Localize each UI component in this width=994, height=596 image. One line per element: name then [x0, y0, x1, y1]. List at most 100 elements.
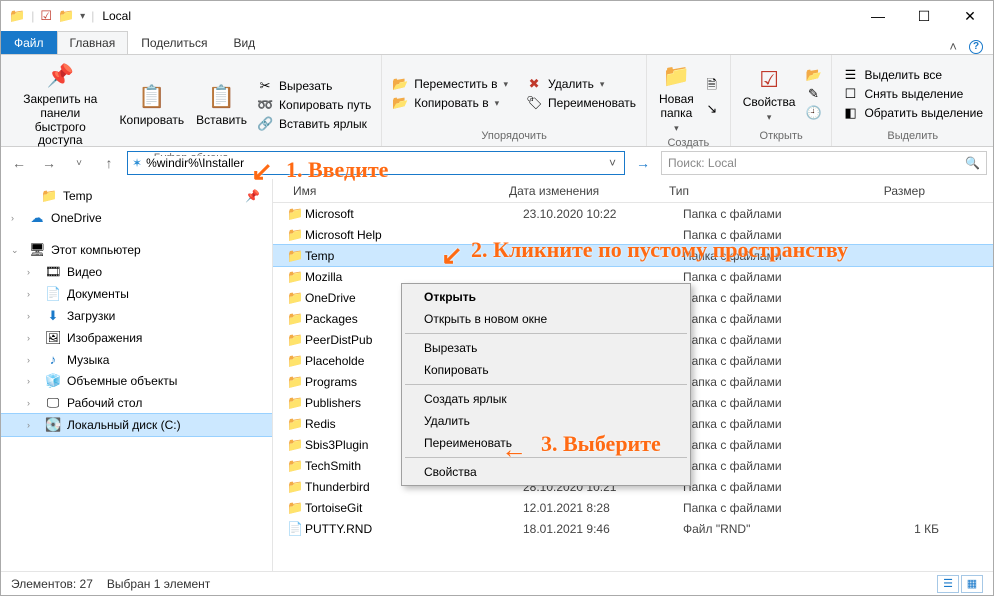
new-item-button[interactable]: 🗎: [700, 75, 724, 99]
list-item[interactable]: TortoiseGit12.01.2021 8:28Папка с файлам…: [273, 497, 993, 518]
help-icon[interactable]: ?: [969, 40, 983, 54]
copy-to-button[interactable]: 📂Копировать в: [388, 94, 512, 112]
move-to-button[interactable]: 📂Переместить в: [388, 75, 512, 93]
tab-home[interactable]: Главная: [57, 31, 129, 54]
folder-icon: [287, 500, 305, 516]
tab-file[interactable]: Файл: [1, 31, 57, 54]
expand-icon[interactable]: ›: [27, 398, 39, 408]
folder-icon: [41, 188, 57, 204]
ctx-properties[interactable]: Свойства: [404, 461, 688, 483]
expand-icon[interactable]: ›: [27, 355, 39, 365]
minimize-button[interactable]: ―: [855, 1, 901, 31]
column-size[interactable]: Размер: [851, 184, 931, 198]
ctx-create-shortcut[interactable]: Создать ярлык: [404, 388, 688, 410]
search-box[interactable]: Поиск: Local 🔍: [661, 151, 987, 175]
address-input[interactable]: [146, 156, 601, 170]
expand-icon[interactable]: ›: [27, 420, 39, 430]
tree-item-onedrive[interactable]: ›☁OneDrive: [1, 207, 272, 229]
tree-item-documents[interactable]: ›📄Документы: [1, 283, 272, 305]
expand-icon[interactable]: ›: [27, 376, 39, 386]
collapse-icon[interactable]: ⌄: [11, 245, 23, 256]
objects3d-icon: 🧊: [45, 373, 61, 389]
paste-button[interactable]: 📋 Вставить: [190, 80, 253, 130]
properties-icon: ☑: [759, 64, 779, 94]
column-date[interactable]: Дата изменения: [503, 184, 663, 198]
ctx-rename[interactable]: Переименовать: [404, 432, 688, 454]
copy-path-button[interactable]: ➿Копировать путь: [253, 96, 375, 114]
list-item[interactable]: TempПапка с файлами: [273, 245, 993, 266]
paste-shortcut-button[interactable]: 🔗Вставить ярлык: [253, 115, 375, 133]
address-dropdown-icon[interactable]: ˅: [605, 156, 620, 170]
back-button[interactable]: ←: [7, 151, 31, 175]
tab-view[interactable]: Вид: [220, 31, 268, 54]
go-button[interactable]: →: [631, 151, 655, 175]
tab-share[interactable]: Поделиться: [128, 31, 220, 54]
paste-icon: 📋: [208, 82, 235, 112]
collapse-ribbon-icon[interactable]: ˄: [949, 39, 957, 54]
history-button[interactable]: 🕘: [801, 104, 825, 122]
ctx-delete[interactable]: Удалить: [404, 410, 688, 432]
checkbox-icon[interactable]: ☑: [40, 8, 52, 24]
tree-item-desktop[interactable]: ›🖵Рабочий стол: [1, 392, 272, 414]
file-type: Папка с файлами: [677, 459, 865, 473]
expand-icon[interactable]: ›: [27, 289, 39, 299]
tree-item-3d-objects[interactable]: ›🧊Объемные объекты: [1, 370, 272, 392]
tree-item-videos[interactable]: ›🎞Видео: [1, 261, 272, 283]
edit-button[interactable]: ✎: [801, 85, 825, 103]
details-view-button[interactable]: ☰: [937, 575, 959, 593]
recent-locations-button[interactable]: ˅: [67, 151, 91, 175]
tree-item-disk-c[interactable]: ›💽Локальный диск (C:): [1, 414, 272, 436]
invert-selection-button[interactable]: ◧Обратить выделение: [838, 104, 987, 122]
ctx-open-new-window[interactable]: Открыть в новом окне: [404, 308, 688, 330]
window-controls: ― ☐ ✕: [855, 1, 993, 31]
tree-item-pictures[interactable]: ›🖼Изображения: [1, 327, 272, 349]
expand-icon[interactable]: ›: [11, 213, 23, 223]
up-button[interactable]: ↑: [97, 151, 121, 175]
copy-button[interactable]: 📋 Копировать: [114, 80, 191, 130]
expand-icon[interactable]: ›: [27, 333, 39, 343]
properties-button[interactable]: ☑ Свойства: [737, 62, 802, 124]
pin-to-quick-access-button[interactable]: 📌 Закрепить на панели быстрого доступа: [7, 59, 114, 150]
column-type[interactable]: Тип: [663, 184, 851, 198]
select-none-button[interactable]: ☐Снять выделение: [838, 85, 987, 103]
group-clipboard: 📌 Закрепить на панели быстрого доступа 📋…: [1, 55, 382, 146]
list-item[interactable]: Microsoft HelpПапка с файлами: [273, 224, 993, 245]
easy-access-button[interactable]: ↘: [700, 100, 724, 118]
tree-item-music[interactable]: ›♪Музыка: [1, 349, 272, 370]
tree-item-this-pc[interactable]: ⌄🖥Этот компьютер: [1, 239, 272, 261]
new-folder-button[interactable]: 📁 Новая папка: [653, 59, 700, 135]
invert-icon: ◧: [842, 105, 858, 121]
forward-button[interactable]: →: [37, 151, 61, 175]
close-button[interactable]: ✕: [947, 1, 993, 31]
folder-icon[interactable]: 📁: [58, 8, 74, 24]
view-switcher: ☰ ▦: [937, 575, 983, 593]
context-menu: Открыть Открыть в новом окне Вырезать Ко…: [401, 283, 691, 486]
icons-view-button[interactable]: ▦: [961, 575, 983, 593]
group-new: 📁 Новая папка 🗎 ↘ Создать: [647, 55, 731, 146]
column-name[interactable]: Имя: [273, 184, 503, 198]
list-item[interactable]: PUTTY.RND18.01.2021 9:46Файл "RND"1 КБ: [273, 518, 993, 539]
ribbon: 📌 Закрепить на панели быстрого доступа 📋…: [1, 55, 993, 147]
folder-icon: [287, 332, 305, 348]
ctx-copy[interactable]: Копировать: [404, 359, 688, 381]
list-item[interactable]: Microsoft23.10.2020 10:22Папка с файлами: [273, 203, 993, 224]
ctx-cut[interactable]: Вырезать: [404, 337, 688, 359]
tree-item-downloads[interactable]: ›⬇Загрузки: [1, 305, 272, 327]
file-size: 1 КБ: [865, 522, 945, 536]
maximize-button[interactable]: ☐: [901, 1, 947, 31]
navigation-row: ← → ˅ ↑ ✶ ˅ → Поиск: Local 🔍: [1, 147, 993, 179]
open-button[interactable]: 📂: [801, 66, 825, 84]
rename-button[interactable]: 🏷Переименовать: [522, 94, 640, 112]
delete-button[interactable]: ✖Удалить: [522, 75, 640, 93]
cut-button[interactable]: ✂Вырезать: [253, 77, 375, 95]
file-type: Папка с файлами: [677, 480, 865, 494]
ctx-open[interactable]: Открыть: [404, 286, 688, 308]
pictures-icon: 🖼: [45, 330, 61, 346]
file-name: Microsoft: [305, 207, 517, 221]
expand-icon[interactable]: ›: [27, 267, 39, 277]
expand-icon[interactable]: ›: [27, 311, 39, 321]
address-bar[interactable]: ✶ ˅: [127, 151, 625, 175]
select-all-button[interactable]: ☰Выделить все: [838, 66, 987, 84]
qat-dropdown-icon[interactable]: ▾: [80, 11, 85, 22]
tree-item-temp[interactable]: Temp📌: [1, 185, 272, 207]
